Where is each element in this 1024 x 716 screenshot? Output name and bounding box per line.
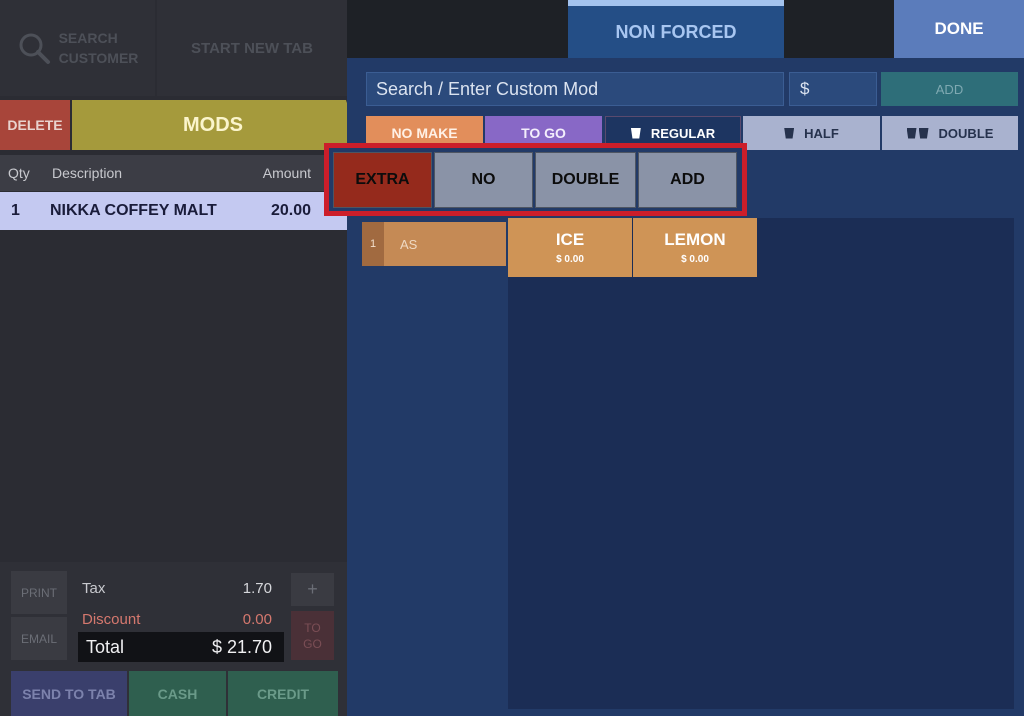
done-button[interactable]: DONE bbox=[894, 0, 1024, 58]
delete-button[interactable]: DELETE bbox=[0, 100, 70, 150]
to-go-button[interactable]: TO GO bbox=[291, 611, 334, 660]
option-add-button[interactable]: ADD bbox=[638, 152, 737, 208]
modifier-ice-button[interactable]: ICE $ 0.00 bbox=[508, 218, 632, 277]
item-amount: 20.00 bbox=[270, 202, 311, 219]
tax-label: Tax bbox=[82, 580, 106, 597]
total-row: Total $ 21.70 bbox=[78, 632, 284, 662]
option-double-button[interactable]: DOUBLE bbox=[535, 152, 636, 208]
order-table-header: Qty Description Amount bbox=[0, 155, 347, 191]
email-button[interactable]: EMAIL bbox=[11, 617, 67, 660]
discount-value: 0.00 bbox=[242, 611, 272, 628]
search-customer-button[interactable]: SEARCH CUSTOMER bbox=[0, 0, 155, 96]
discount-label: Discount bbox=[82, 611, 141, 628]
tab-non-forced[interactable]: NON FORCED bbox=[568, 0, 784, 58]
modifier-name: LEMON bbox=[664, 230, 726, 249]
size-double-label: DOUBLE bbox=[938, 125, 994, 141]
size-half-label: HALF bbox=[804, 125, 839, 141]
item-qty: 1 bbox=[11, 202, 20, 219]
tax-value: 1.70 bbox=[242, 580, 272, 597]
total-value: $ 21.70 bbox=[211, 637, 272, 657]
start-new-tab-label: START NEW TAB bbox=[191, 39, 313, 57]
double-cup-icon bbox=[906, 127, 929, 139]
send-to-tab-button[interactable]: SEND TO TAB bbox=[11, 671, 127, 716]
custom-mod-price-input[interactable]: $ bbox=[789, 72, 877, 106]
search-customer-label: SEARCH CUSTOMER bbox=[58, 30, 139, 66]
item-description: NIKKA COFFEY MALT bbox=[50, 202, 217, 219]
qty-column-header: Qty bbox=[8, 165, 30, 181]
cup-icon bbox=[784, 127, 795, 139]
add-custom-mod-button[interactable]: ADD bbox=[881, 72, 1018, 106]
size-half-button[interactable]: HALF bbox=[743, 116, 880, 150]
size-double-button[interactable]: DOUBLE bbox=[882, 116, 1018, 150]
print-button[interactable]: PRINT bbox=[11, 571, 67, 614]
cash-button[interactable]: CASH bbox=[129, 671, 226, 716]
size-regular-label: REGULAR bbox=[650, 125, 716, 141]
option-no-button[interactable]: NO bbox=[434, 152, 533, 208]
item-number: 1 bbox=[362, 222, 384, 266]
totals-box: Tax 1.70 Discount 0.00 Total $ 21.70 bbox=[76, 572, 286, 664]
modifier-price: $ 0.00 bbox=[556, 254, 584, 265]
modifier-lemon-button[interactable]: LEMON $ 0.00 bbox=[633, 218, 757, 277]
description-column-header: Description bbox=[52, 165, 123, 181]
cup-icon bbox=[630, 127, 641, 139]
magnifier-icon bbox=[19, 33, 50, 64]
modifier-grid bbox=[508, 218, 1014, 709]
mods-header: MODS bbox=[72, 100, 354, 150]
add-item-button[interactable]: + bbox=[291, 573, 334, 606]
total-label: Total bbox=[86, 637, 125, 657]
start-new-tab-button[interactable]: START NEW TAB bbox=[157, 0, 347, 96]
modifier-price: $ 0.00 bbox=[681, 254, 709, 265]
item-code: AS bbox=[400, 237, 418, 252]
credit-button[interactable]: CREDIT bbox=[228, 671, 338, 716]
option-extra-button[interactable]: EXTRA bbox=[333, 152, 432, 208]
modifier-name: ICE bbox=[555, 230, 585, 249]
custom-mod-search-input[interactable]: Search / Enter Custom Mod bbox=[366, 72, 784, 106]
order-line-item[interactable]: 1 NIKKA COFFEY MALT 20.00 bbox=[0, 192, 347, 230]
amount-column-header: Amount bbox=[262, 165, 311, 181]
